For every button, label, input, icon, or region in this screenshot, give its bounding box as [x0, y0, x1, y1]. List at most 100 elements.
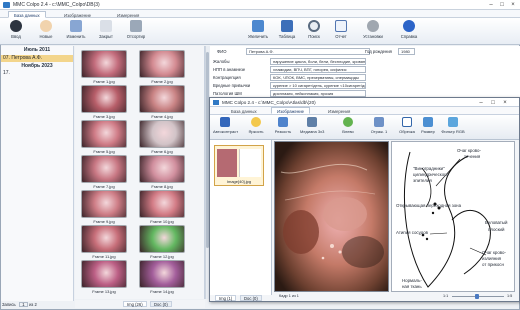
thumbnail-image — [139, 85, 185, 113]
thumbnail-diagram — [239, 149, 261, 177]
thumbnail-card[interactable]: Frame 13.jpg — [81, 260, 127, 295]
brightness-button[interactable]: Яркость — [244, 117, 268, 139]
edit-button[interactable]: Изменить — [62, 19, 90, 43]
thumbnail-card[interactable]: Frame 5.jpg — [81, 120, 127, 155]
gear-icon — [367, 20, 379, 32]
birth-year-field[interactable]: 1980 — [398, 48, 415, 55]
close-button[interactable]: × — [500, 99, 510, 107]
thumbnail-card[interactable]: Frame 12.jpg — [139, 225, 185, 260]
zoom-slider-thumb[interactable] — [475, 294, 479, 299]
thumbnail-card[interactable]: Frame 3.jpg — [81, 85, 127, 120]
image-dialog: MMC Colpo 2.4 - c:\MMC_Colpo\Atlas\db\(2… — [209, 97, 520, 302]
thumbnail-caption: Frame 6.jpg — [151, 149, 173, 154]
annotation-diagram: Очаг крово- течения "Виноградники" цилин… — [391, 141, 515, 292]
tab-doc[interactable]: Doc (0) — [240, 295, 262, 301]
resize-button[interactable]: Размер — [416, 117, 440, 139]
tab-doc[interactable]: Doc (0) — [150, 301, 172, 307]
sharpen-button[interactable]: Резкость — [271, 117, 295, 139]
report-button[interactable]: Отчет — [327, 19, 355, 43]
thumbnail-card[interactable]: Frame 8.jpg — [139, 155, 185, 190]
tree-group[interactable]: Ноябрь 2023 — [1, 63, 73, 70]
thumbnail-card[interactable]: Frame 1.jpg — [81, 50, 127, 85]
tab-database[interactable]: База данных — [8, 11, 46, 18]
thumbnail-card[interactable]: Frame 9.jpg — [81, 190, 127, 225]
rgb-filter-button[interactable]: Фильтр RGB — [441, 117, 465, 139]
autocontrast-button[interactable]: Автоконтраст — [213, 117, 238, 139]
star-icon — [220, 117, 230, 127]
contraception-label: Контрацепция — [213, 75, 241, 80]
diagram-label: Очаг крово- — [482, 250, 506, 255]
thumbnail-caption: Frame 1.jpg — [93, 79, 115, 84]
thumbnail-card[interactable]: Frame 14.jpg — [139, 260, 185, 295]
search-button[interactable]: Поиск — [300, 19, 328, 43]
colposcopy-image[interactable] — [274, 141, 389, 292]
thumbnail-card[interactable]: Frame 6.jpg — [139, 120, 185, 155]
diagram-label: Очаг крово- — [457, 148, 481, 153]
tab-image[interactable]: Изображение — [58, 11, 97, 18]
minimize-button[interactable]: – — [486, 1, 496, 9]
frame-counter: Кадр 1 из 1 — [279, 294, 299, 298]
table-button[interactable]: Таблица — [273, 19, 301, 43]
tab-measurements[interactable]: Измерения — [111, 11, 145, 18]
tab-image[interactable]: Изображение — [271, 107, 311, 114]
lock-icon — [100, 20, 112, 32]
diagram-label: цилиндрического — [413, 172, 449, 177]
image-toolbar: Автоконтраст Яркость Резкость Медиана 3x… — [210, 115, 519, 140]
help-button[interactable]: Справка — [395, 19, 423, 43]
thumbnail-card[interactable]: Frame 11.jpg — [81, 225, 127, 260]
tab-database[interactable]: База данных — [225, 107, 263, 114]
tree-item-selected[interactable]: 07. Петрова А.Ф. — [1, 55, 73, 62]
main-toolbar: Ввод Новые Изменить Закрыт Отсортир Все … — [0, 18, 520, 54]
fio-label: ФИО — [217, 49, 227, 54]
thumbnail-caption: Frame 5.jpg — [93, 149, 115, 154]
thumbnail-card[interactable]: Frame 4.jpg — [139, 85, 185, 120]
input-button[interactable]: Ввод — [2, 19, 30, 43]
close-button[interactable]: × — [508, 1, 518, 9]
tab-img[interactable]: Img (1) — [215, 295, 237, 301]
help-icon — [403, 20, 415, 32]
rotate-left-button[interactable]: Влево — [336, 117, 360, 139]
zoom-button[interactable]: Увеличить — [244, 19, 272, 43]
contraception-field[interactable]: КОК, ЧПОК, ВМС, презервативы, спермициды — [270, 74, 366, 81]
diagram-label: от прикосн — [482, 262, 504, 267]
tab-measurements[interactable]: Измерения — [322, 107, 356, 114]
habits-field[interactable]: курение > 10 сигарет/день, курение <10си… — [270, 82, 366, 89]
closed-button[interactable]: Закрыт — [92, 19, 120, 43]
pathology-field[interactable]: дисплазия, лейкоплакия, эрозия — [270, 90, 366, 97]
record-current-field[interactable]: 1 — [18, 302, 28, 307]
tab-img[interactable]: Img (26) — [123, 301, 147, 307]
thumbnail-card[interactable]: Frame 2.jpg — [139, 50, 185, 85]
maximize-button[interactable]: □ — [488, 99, 498, 107]
diagram-label: эпителия — [413, 178, 432, 183]
thumbnail-card[interactable]: Frame 7.jpg — [81, 155, 127, 190]
main-tabs: База данных Изображение Измерения — [0, 10, 520, 18]
thumbnail-photo — [217, 149, 237, 177]
history-label: НПП в анамнезе — [213, 67, 246, 72]
maximize-button[interactable]: □ — [497, 1, 507, 9]
zoom-end-label: 1:5 — [507, 294, 513, 298]
window-title: MMC Colpo 2.4 - c:\MMC_Colpo\DB(3) — [13, 2, 100, 8]
thumbnail-caption: Frame 9.jpg — [93, 219, 115, 224]
thumbnail-grid: Frame 1.jpg Frame 2.jpg Frame 3.jpg Frame 4… — [75, 46, 205, 299]
habits-label: Вредные привычки — [213, 83, 251, 88]
median-button[interactable]: Медиана 3x3 — [300, 117, 324, 139]
new-button[interactable]: Новые — [32, 19, 60, 43]
zoom-start-label: 1:1 — [443, 294, 449, 298]
diagram-label: Беловатый — [485, 220, 508, 225]
birth-year-label: Год рождения — [365, 49, 392, 54]
tree-item[interactable]: 17. — [1, 70, 73, 77]
fio-field[interactable]: Петрова А.Ф. — [246, 48, 370, 55]
selected-thumbnail[interactable]: Image[40].jpg — [214, 145, 264, 186]
diagram-label: Открывающая переходная зона — [396, 203, 462, 208]
tree-group[interactable]: Июль 2011 — [1, 47, 73, 54]
minimize-button[interactable]: – — [476, 99, 486, 107]
thumbnail-card[interactable]: Frame 10.jpg — [139, 190, 185, 225]
complaints-field[interactable]: нарушение цикла, боли, бели, бесплодие, … — [270, 58, 366, 65]
history-field[interactable]: хламидии, ВПЧ, ВПГ, гонорея, сифилис — [270, 66, 366, 73]
thumbnail-image — [139, 50, 185, 78]
settings-button[interactable]: Установки — [359, 19, 387, 43]
table-icon — [281, 20, 293, 32]
sort-button[interactable]: Отсортир — [122, 19, 150, 43]
mirror-button[interactable]: Отраж. 1 — [367, 117, 391, 139]
dialog-status-bar: Кадр 1 из 1 1:1 1:5 — [274, 293, 515, 300]
